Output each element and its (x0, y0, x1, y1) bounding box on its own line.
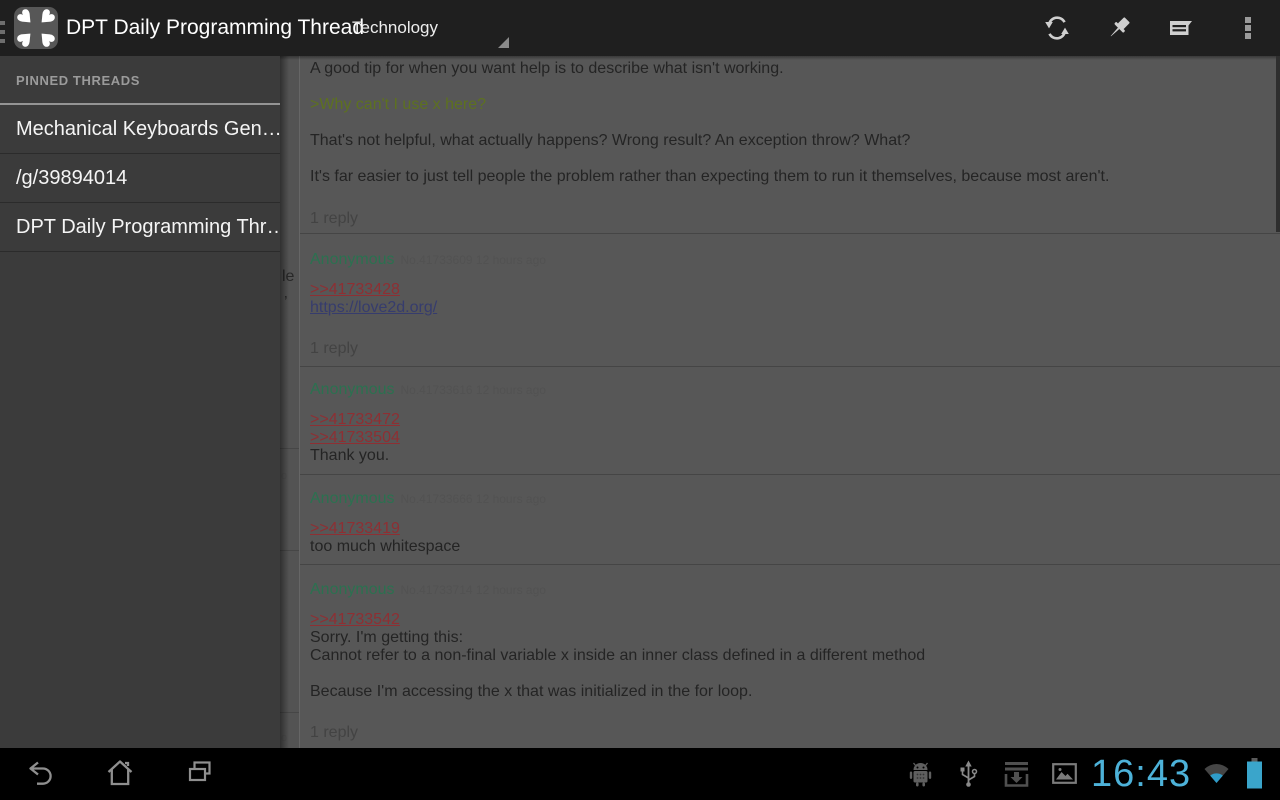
back-button[interactable] (26, 758, 56, 788)
spinner-caret-icon (498, 37, 509, 48)
quote-link[interactable]: >>41733542 (310, 611, 400, 629)
post-header: Anonymous No.41733714 12 hours ago (310, 581, 1280, 599)
overflow-menu-icon (1240, 14, 1256, 42)
post-text: Sorry. I'm getting this: (310, 629, 1280, 647)
system-clock: 16:43 (1091, 752, 1191, 796)
recents-icon (185, 758, 215, 788)
home-icon (105, 758, 135, 788)
app-logo-clover-icon[interactable]: ♥ ♥ ♥ ♥ (14, 7, 58, 49)
drawer-shadow (280, 56, 289, 748)
overflow-menu-button[interactable] (1240, 14, 1256, 42)
post-text: A good tip for when you want help is to … (310, 60, 1280, 78)
pin-icon (1105, 14, 1133, 42)
post-header: Anonymous No.41733666 12 hours ago (310, 490, 1280, 508)
poster-name: Anonymous (310, 381, 395, 398)
post-text: It's far easier to just tell people the … (310, 168, 1280, 186)
action-bar: ♥ ♥ ♥ ♥ DPT Daily Programming Thread Tec… (0, 0, 1280, 56)
pin-button[interactable] (1105, 14, 1133, 42)
scrollbar[interactable] (1276, 56, 1280, 232)
post[interactable]: Anonymous No.41733609 12 hours ago >>4173… (300, 234, 1280, 367)
clover-leaf-icon: ♥ (32, 24, 59, 51)
system-navigation-bar: 16:43 (0, 748, 1280, 800)
pinned-thread-item[interactable]: Mechanical Keyboards Gen… (0, 105, 280, 154)
post-greentext: >Why can't I use x here? (310, 96, 1280, 114)
refresh-button[interactable] (1043, 14, 1071, 42)
reply-count[interactable]: 1 reply (310, 340, 1280, 358)
recents-button[interactable] (185, 758, 215, 788)
reply-icon (1167, 14, 1195, 42)
notification-usb[interactable] (958, 760, 979, 794)
notification-gallery[interactable] (1052, 763, 1077, 789)
board-spinner-label: Technology (352, 0, 438, 56)
notification-download[interactable] (1003, 762, 1030, 792)
quote-link[interactable]: >>41733472 (310, 411, 400, 429)
post-text: too much whitespace (310, 538, 1280, 556)
post-header: Anonymous No.41733616 12 hours ago (310, 381, 1280, 399)
quote-link[interactable]: >>41733504 (310, 429, 400, 447)
board-spinner[interactable]: Technology (340, 0, 518, 56)
post-header: Anonymous No.41733609 12 hours ago (310, 251, 1280, 269)
pinned-threads-header: PINNED THREADS (0, 56, 280, 105)
drawer-edge-icon[interactable] (0, 21, 5, 48)
home-button[interactable] (105, 758, 135, 788)
post-text: Cannot refer to a non-final variable x i… (310, 647, 1280, 665)
poster-name: Anonymous (310, 581, 395, 598)
post-text: Thank you. (310, 447, 1280, 465)
reply-count[interactable]: 1 reply (310, 724, 1280, 742)
quote-link[interactable]: >>41733428 (310, 281, 400, 299)
wifi-status (1203, 761, 1230, 790)
notification-android-debug[interactable] (908, 761, 933, 793)
post[interactable]: Anonymous No.41733616 12 hours ago >>4173… (300, 367, 1280, 475)
post-text: Because I'm accessing the x that was ini… (310, 683, 1280, 701)
post[interactable]: Anonymous No.41733666 12 hours ago >>4173… (300, 475, 1280, 565)
gallery-icon (1052, 763, 1077, 784)
pinned-thread-item[interactable]: DPT Daily Programming Thr… (0, 203, 280, 252)
post-text: That's not helpful, what actually happen… (310, 132, 1280, 150)
url-link[interactable]: https://love2d.org/ (310, 299, 437, 317)
reply-count[interactable]: 1 reply (310, 210, 1280, 228)
back-icon (26, 758, 56, 788)
android-debug-icon (908, 761, 933, 788)
thread-title: DPT Daily Programming Thread (66, 0, 364, 56)
post-meta: No.41733609 12 hours ago (401, 253, 546, 267)
poster-name: Anonymous (310, 251, 395, 268)
blank-line (310, 665, 1280, 683)
battery-status (1246, 758, 1263, 794)
post-list: A good tip for when you want help is to … (300, 56, 1280, 748)
pinned-thread-item[interactable]: /g/39894014 (0, 154, 280, 203)
refresh-icon (1043, 14, 1071, 42)
reply-button[interactable] (1167, 14, 1195, 42)
post[interactable]: A good tip for when you want help is to … (300, 56, 1280, 234)
post-meta: No.41733616 12 hours ago (401, 383, 546, 397)
wifi-icon (1203, 761, 1230, 785)
poster-name: Anonymous (310, 490, 395, 507)
post[interactable]: Anonymous No.41733714 12 hours ago >>4173… (300, 565, 1280, 748)
download-icon (1003, 762, 1030, 787)
post-meta: No.41733714 12 hours ago (401, 583, 546, 597)
quote-link[interactable]: >>41733419 (310, 520, 400, 538)
action-bar-shadow (280, 56, 1280, 60)
app-screen: ♥ ♥ ♥ ♥ DPT Daily Programming Thread Tec… (0, 0, 1280, 800)
usb-icon (958, 760, 979, 789)
post-meta: No.41733666 12 hours ago (401, 492, 546, 506)
navigation-drawer: PINNED THREADS Mechanical Keyboards Gen…… (0, 56, 280, 748)
battery-icon (1246, 758, 1263, 789)
